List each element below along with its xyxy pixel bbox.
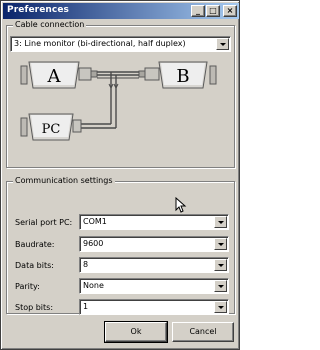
- chevron-down-icon[interactable]: [214, 301, 227, 313]
- minimize-button[interactable]: _: [191, 5, 205, 17]
- serial-port-select[interactable]: COM1: [79, 214, 229, 230]
- baudrate-value: 9600: [83, 239, 104, 248]
- chevron-down-icon[interactable]: [216, 38, 229, 50]
- cable-connection-group: Cable connection 3: Line monitor (bi-dir…: [6, 20, 235, 168]
- stop-bits-label: Stop bits:: [15, 303, 54, 312]
- communication-settings-label: Communication settings: [13, 176, 115, 185]
- chevron-down-icon[interactable]: [214, 216, 227, 228]
- chevron-down-icon[interactable]: [214, 238, 227, 250]
- cable-mode-select[interactable]: 3: Line monitor (bi-directional, half du…: [10, 36, 231, 52]
- data-bits-select[interactable]: 8: [79, 257, 229, 273]
- device-b-label: B: [176, 66, 189, 87]
- baudrate-select[interactable]: 9600: [79, 236, 229, 252]
- serial-port-value: COM1: [83, 217, 107, 226]
- pc-label: PC: [42, 122, 61, 137]
- data-bits-value: 8: [83, 260, 89, 269]
- window-title: Preferences: [7, 5, 70, 15]
- data-bits-label: Data bits:: [15, 261, 54, 270]
- device-a-connector: A: [20, 61, 98, 89]
- chevron-down-icon[interactable]: [214, 280, 227, 292]
- maximize-button[interactable]: □: [206, 5, 220, 17]
- parity-select[interactable]: None: [79, 278, 229, 294]
- stop-bits-value: 1: [83, 302, 89, 311]
- cable-mode-value: 3: Line monitor (bi-directional, half du…: [14, 39, 186, 48]
- device-b-connector: B: [138, 61, 217, 89]
- mouse-pointer-icon: [175, 197, 187, 213]
- parity-label: Parity:: [15, 282, 40, 291]
- baudrate-label: Baudrate:: [15, 240, 55, 249]
- parity-value: None: [83, 281, 104, 290]
- title-bar[interactable]: Preferences _ □ ×: [3, 3, 239, 19]
- pc-connector: PC: [20, 113, 82, 141]
- device-a-label: A: [47, 66, 62, 87]
- cable-connection-label: Cable connection: [13, 20, 87, 29]
- cancel-button[interactable]: Cancel: [172, 322, 234, 342]
- cable-diagram: A B PC: [20, 61, 217, 141]
- chevron-down-icon[interactable]: [214, 259, 227, 271]
- serial-port-label: Serial port PC:: [15, 218, 73, 227]
- close-button[interactable]: ×: [223, 5, 237, 17]
- stop-bits-select[interactable]: 1: [79, 299, 229, 315]
- ok-button[interactable]: Ok: [104, 321, 168, 343]
- preferences-window: Preferences _ □ × Cable connection 3: Li…: [0, 0, 240, 350]
